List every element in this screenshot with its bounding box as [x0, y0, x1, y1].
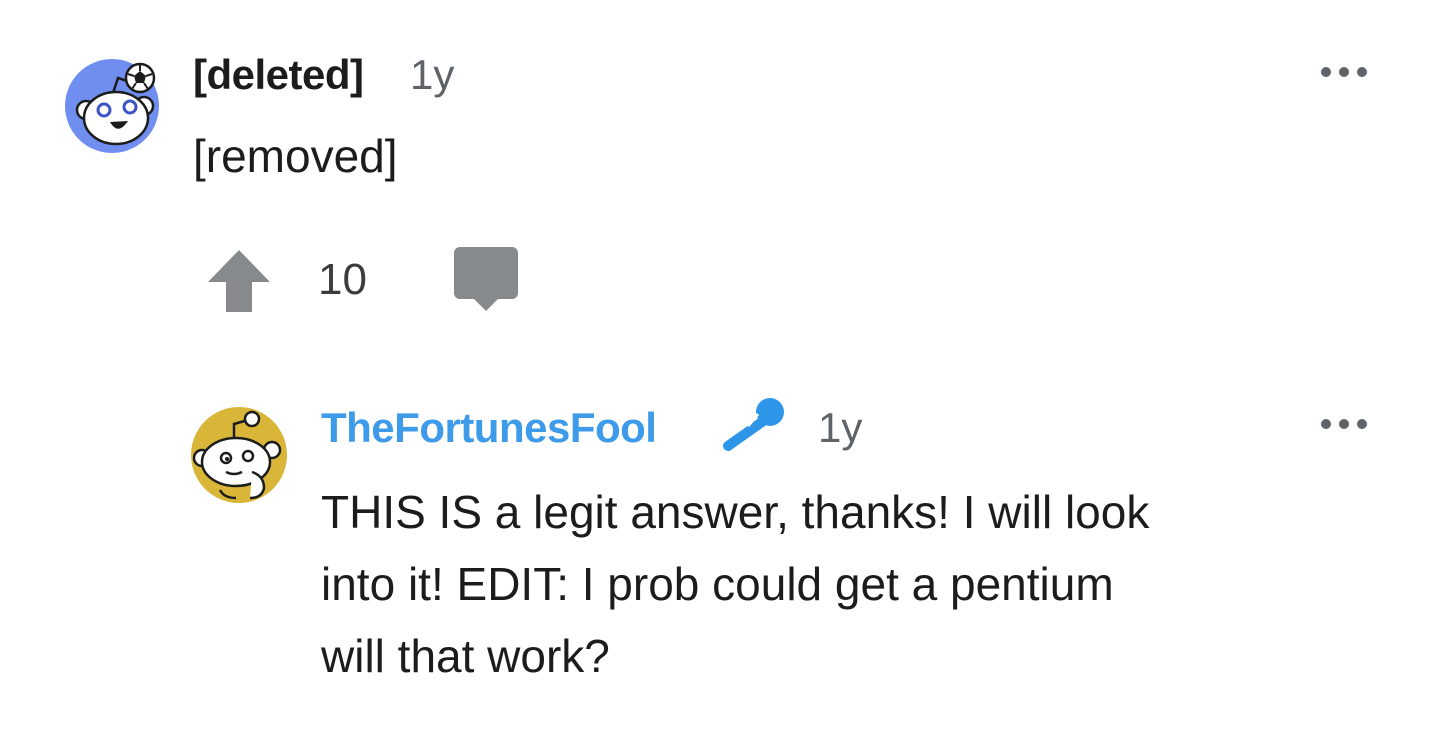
vote-score: 10 [318, 255, 367, 304]
user-flair [718, 392, 790, 454]
comment-author[interactable]: TheFortunesFool [321, 403, 657, 453]
snoo-avatar-soccer-icon [65, 59, 159, 153]
reply-button[interactable] [452, 245, 520, 313]
upvote-button[interactable] [206, 248, 272, 314]
more-options-button[interactable] [1318, 62, 1370, 82]
comment-age: 1y [410, 51, 455, 98]
comment-author[interactable]: [deleted] [193, 50, 364, 100]
comment-body-line: THIS IS a legit answer, thanks! I will l… [321, 486, 1150, 538]
comment-body: THIS IS a legit answer, thanks! I will l… [321, 476, 1351, 692]
comment-age: 1y [818, 404, 863, 451]
upvote-arrow-icon [208, 250, 270, 312]
comment-bubble-icon [454, 247, 518, 311]
snoo-avatar-thinking-icon [191, 407, 287, 503]
avatar[interactable] [64, 58, 160, 154]
more-dots-icon [1321, 419, 1367, 429]
more-options-button[interactable] [1318, 414, 1370, 434]
more-dots-icon [1321, 67, 1367, 77]
microphone-icon [723, 398, 784, 451]
comment-body-line: will that work? [321, 630, 610, 682]
comment-body-line: into it! EDIT: I prob could get a pentiu… [321, 558, 1114, 610]
comment-body: [removed] [193, 130, 398, 182]
avatar[interactable] [190, 406, 288, 504]
